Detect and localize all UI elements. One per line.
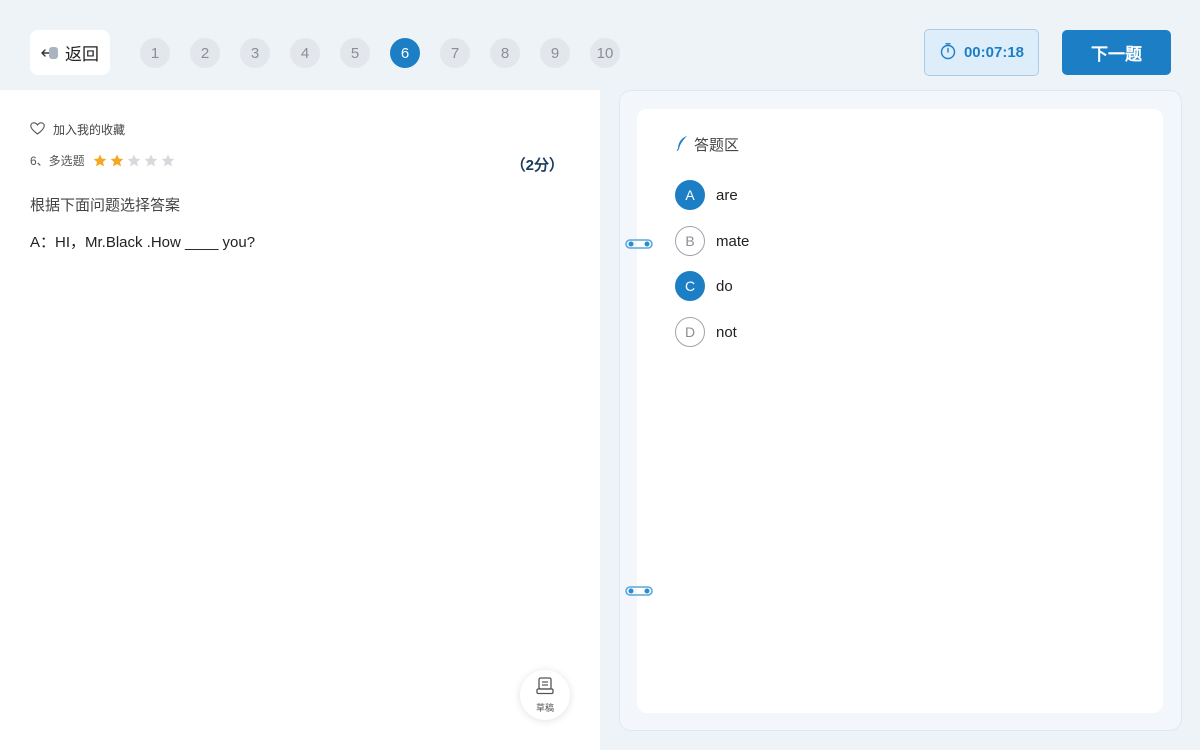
question-number-6[interactable]: 6 — [390, 38, 420, 68]
option-text: not — [716, 323, 737, 341]
option-a[interactable]: Aare — [675, 180, 738, 210]
difficulty-rating — [93, 154, 175, 167]
option-c[interactable]: Cdo — [675, 271, 733, 301]
draft-button[interactable]: 草稿 — [520, 670, 570, 720]
question-number-10[interactable]: 10 — [590, 38, 620, 68]
question-number-7[interactable]: 7 — [440, 38, 470, 68]
binder-ring-icon — [625, 586, 653, 596]
back-button[interactable]: 返回 — [30, 30, 110, 75]
star-filled-icon — [110, 154, 123, 167]
question-type: 6、多选题 — [30, 154, 85, 168]
answer-area-label: 答题区 — [694, 137, 740, 154]
option-letter: D — [675, 317, 705, 347]
stopwatch-icon — [939, 42, 957, 64]
question-number-1[interactable]: 1 — [140, 38, 170, 68]
question-number-5[interactable]: 5 — [340, 38, 370, 68]
binder-ring-icon — [625, 239, 653, 249]
question-number-8[interactable]: 8 — [490, 38, 520, 68]
star-empty-icon — [127, 154, 140, 167]
question-number-9[interactable]: 9 — [540, 38, 570, 68]
option-letter: B — [675, 226, 705, 256]
top-bar: 返回 1 2 3 4 5 6 7 8 9 10 00:07:18 下一题 — [0, 0, 1200, 90]
answer-area-title: 答题区 — [676, 134, 739, 155]
timer-value: 00:07:18 — [963, 44, 1025, 61]
star-empty-icon — [144, 154, 157, 167]
option-letter: C — [675, 271, 705, 301]
option-d[interactable]: Dnot — [675, 317, 737, 347]
question-number-4[interactable]: 4 — [290, 38, 320, 68]
question-panel: 加入我的收藏 6、多选题 （2分） 根据下面问题选择答案 A：HI，Mr.Bla… — [0, 90, 600, 750]
question-stem: A：HI，Mr.Black .How ____ you? — [30, 234, 256, 251]
option-text: mate — [716, 232, 750, 250]
add-favorite-button[interactable]: 加入我的收藏 — [30, 121, 125, 138]
notepad-icon — [535, 676, 555, 700]
star-filled-icon — [93, 154, 106, 167]
question-number-2[interactable]: 2 — [190, 38, 220, 68]
question-navigator: 1 2 3 4 5 6 7 8 9 10 — [140, 38, 620, 68]
question-score: （2分） — [510, 157, 564, 174]
option-text: are — [716, 186, 738, 204]
question-instruction: 根据下面问题选择答案 — [30, 197, 181, 214]
back-arrow-icon — [41, 45, 59, 61]
timer: 00:07:18 — [924, 29, 1039, 76]
question-number-3[interactable]: 3 — [240, 38, 270, 68]
favorite-label: 加入我的收藏 — [53, 123, 126, 137]
feather-icon — [676, 135, 688, 155]
next-question-button[interactable]: 下一题 — [1062, 30, 1171, 75]
back-label: 返回 — [65, 45, 99, 64]
option-text: do — [716, 277, 733, 295]
heart-icon — [30, 121, 45, 138]
option-b[interactable]: Bmate — [675, 226, 749, 256]
draft-label: 草稿 — [535, 702, 554, 713]
question-meta: 6、多选题 — [30, 152, 175, 169]
star-empty-icon — [161, 154, 174, 167]
option-letter: A — [675, 180, 705, 210]
